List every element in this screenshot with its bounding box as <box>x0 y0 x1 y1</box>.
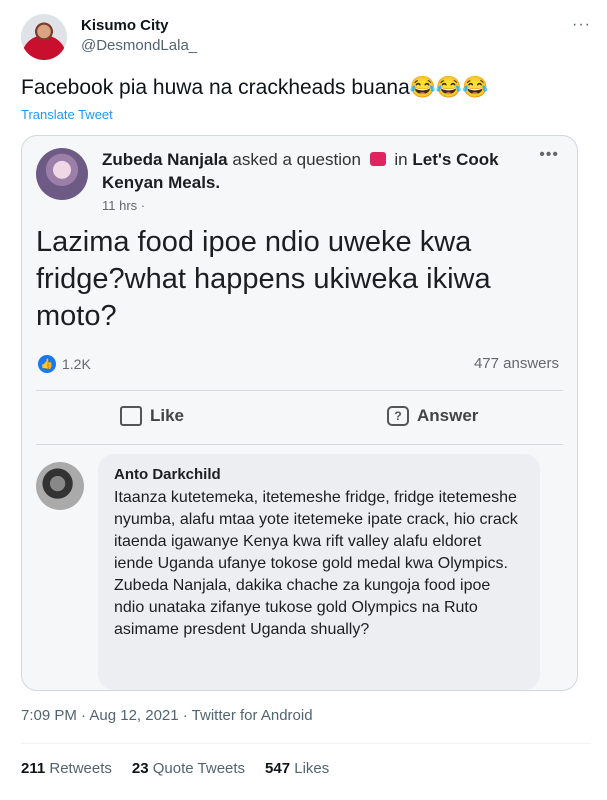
tweet-timestamp[interactable]: 7:09 PM · Aug 12, 2021 · Twitter for And… <box>21 707 313 724</box>
comment-text: Itaanza kutetemeka, itetemeshe fridge, f… <box>114 489 518 638</box>
fb-post-time: 11 hrs · <box>102 198 146 213</box>
translate-tweet-link[interactable]: Translate Tweet <box>21 107 113 122</box>
likes-count: 547 <box>265 760 291 777</box>
quote-tweets-label: Quote Tweets <box>152 760 246 777</box>
like-reaction-icon: 👍 <box>38 355 56 373</box>
tweet-stats: 211 Retweets 23 Quote Tweets 547 Likes <box>21 760 329 777</box>
fb-question-text: Lazima food ipoe ndio uweke kwa fridge?w… <box>36 226 491 332</box>
fb-action: asked a question <box>232 150 361 169</box>
fb-comment: Anto Darkchild Itaanza kutetemeka, itete… <box>98 454 540 690</box>
fb-in-label: in <box>394 150 408 169</box>
fb-author-name: Zubeda Nanjala <box>102 150 228 169</box>
fb-reactions: 👍 1.2K <box>38 355 91 373</box>
fb-author-avatar <box>36 148 88 200</box>
fb-like-button: Like <box>120 406 184 426</box>
fb-more-icon: ••• <box>539 146 559 163</box>
user-handle[interactable]: @DesmondLala_ <box>81 37 197 54</box>
retweets-label: Retweets <box>49 760 112 777</box>
tweet-header: Kisumo City @DesmondLala_ ··· <box>21 14 591 60</box>
question-bubble-icon: ? <box>387 406 409 426</box>
thumbs-up-icon <box>120 406 142 426</box>
fb-answers-count: 477 answers <box>473 355 559 372</box>
divider <box>21 743 591 744</box>
commenter-avatar <box>36 462 84 510</box>
retweets-count: 211 <box>21 760 46 777</box>
question-icon <box>369 152 386 166</box>
likes-label: Likes <box>294 760 330 777</box>
fb-post-header: Zubeda Nanjala asked a question in Let's… <box>102 148 502 194</box>
divider <box>36 390 563 391</box>
divider <box>36 444 563 445</box>
fb-answer-label: Answer <box>417 406 479 425</box>
quote-tweets-stat[interactable]: 23 Quote Tweets <box>132 760 245 777</box>
fb-reaction-count: 1.2K <box>62 356 91 372</box>
more-icon[interactable]: ··· <box>572 17 591 33</box>
quote-tweets-count: 23 <box>131 760 149 777</box>
avatar[interactable] <box>21 14 67 60</box>
fb-answer-button: ? Answer <box>387 406 478 426</box>
retweets-stat[interactable]: 211 Retweets <box>21 760 112 777</box>
commenter-name: Anto Darkchild <box>114 466 221 483</box>
attached-image[interactable]: Zubeda Nanjala asked a question in Let's… <box>21 135 578 691</box>
display-name[interactable]: Kisumo City <box>81 17 169 34</box>
tweet-text: Facebook pia huwa na crackheads buana😂😂😂 <box>21 76 489 99</box>
likes-stat[interactable]: 547 Likes <box>265 760 329 777</box>
fb-like-label: Like <box>150 406 185 425</box>
